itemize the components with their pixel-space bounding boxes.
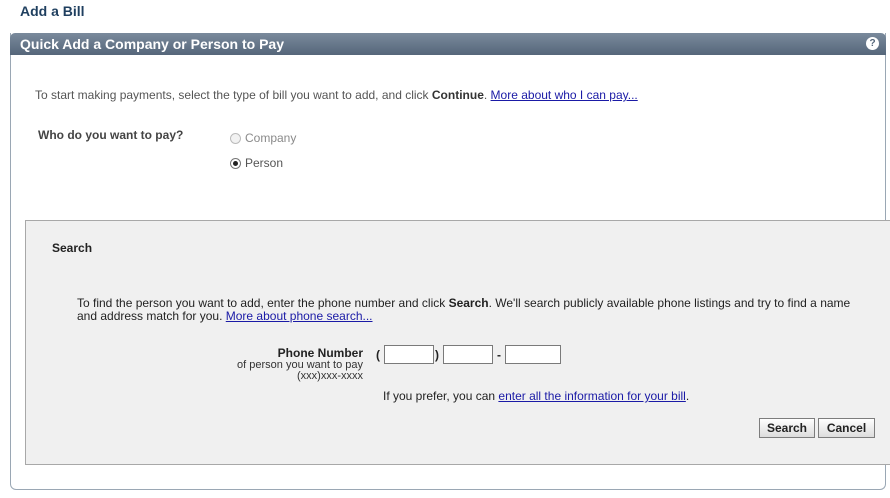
company-radio[interactable] [230, 132, 241, 144]
radio-option-person[interactable]: Person [230, 156, 283, 170]
more-about-phone-search-link[interactable]: More about phone search... [226, 309, 373, 323]
more-about-who-link[interactable]: More about who I can pay... [491, 88, 638, 102]
search-button[interactable]: Search [759, 418, 815, 438]
enter-all-info-link[interactable]: enter all the information for your bill [498, 389, 685, 403]
person-radio[interactable] [230, 157, 241, 169]
search-desc-before: To find the person you want to add, ente… [77, 296, 449, 310]
page-title: Add a Bill [20, 3, 85, 19]
intro-continue-bold: Continue [431, 88, 484, 102]
area-code-input[interactable] [384, 345, 434, 364]
prefer-text: If you prefer, you can enter all the inf… [383, 389, 689, 403]
company-radio-label: Company [245, 131, 297, 145]
line-number-input[interactable] [505, 345, 561, 364]
radio-option-company[interactable]: Company [230, 131, 296, 145]
search-description: To find the person you want to add, ente… [77, 297, 872, 323]
prefer-text-after: . [685, 389, 690, 403]
prefer-text-before: If you prefer, you can [383, 389, 499, 403]
search-section-title: Search [52, 241, 93, 255]
panel-header: Quick Add a Company or Person to Pay ? [10, 33, 886, 55]
paren-close: ) [435, 347, 439, 362]
intro-text-before: To start making payments, select the typ… [35, 88, 432, 102]
intro-text-after: . [483, 88, 491, 102]
intro-text: To start making payments, select the typ… [35, 88, 638, 102]
phone-number-label-group: Phone Number of person you want to pay (… [150, 347, 363, 382]
phone-number-format: (xxx)xxx-xxxx [297, 370, 363, 382]
who-to-pay-label: Who do you want to pay? [38, 128, 184, 142]
dash: - [497, 347, 501, 362]
search-desc-bold: Search [448, 296, 489, 310]
phone-number-inputs: ( ) - [376, 345, 561, 364]
paren-open: ( [376, 347, 380, 362]
person-radio-label: Person [245, 156, 284, 170]
panel-header-title: Quick Add a Company or Person to Pay [20, 36, 284, 52]
prefix-input[interactable] [443, 345, 493, 364]
help-icon[interactable]: ? [866, 37, 879, 50]
cancel-button[interactable]: Cancel [818, 418, 875, 438]
